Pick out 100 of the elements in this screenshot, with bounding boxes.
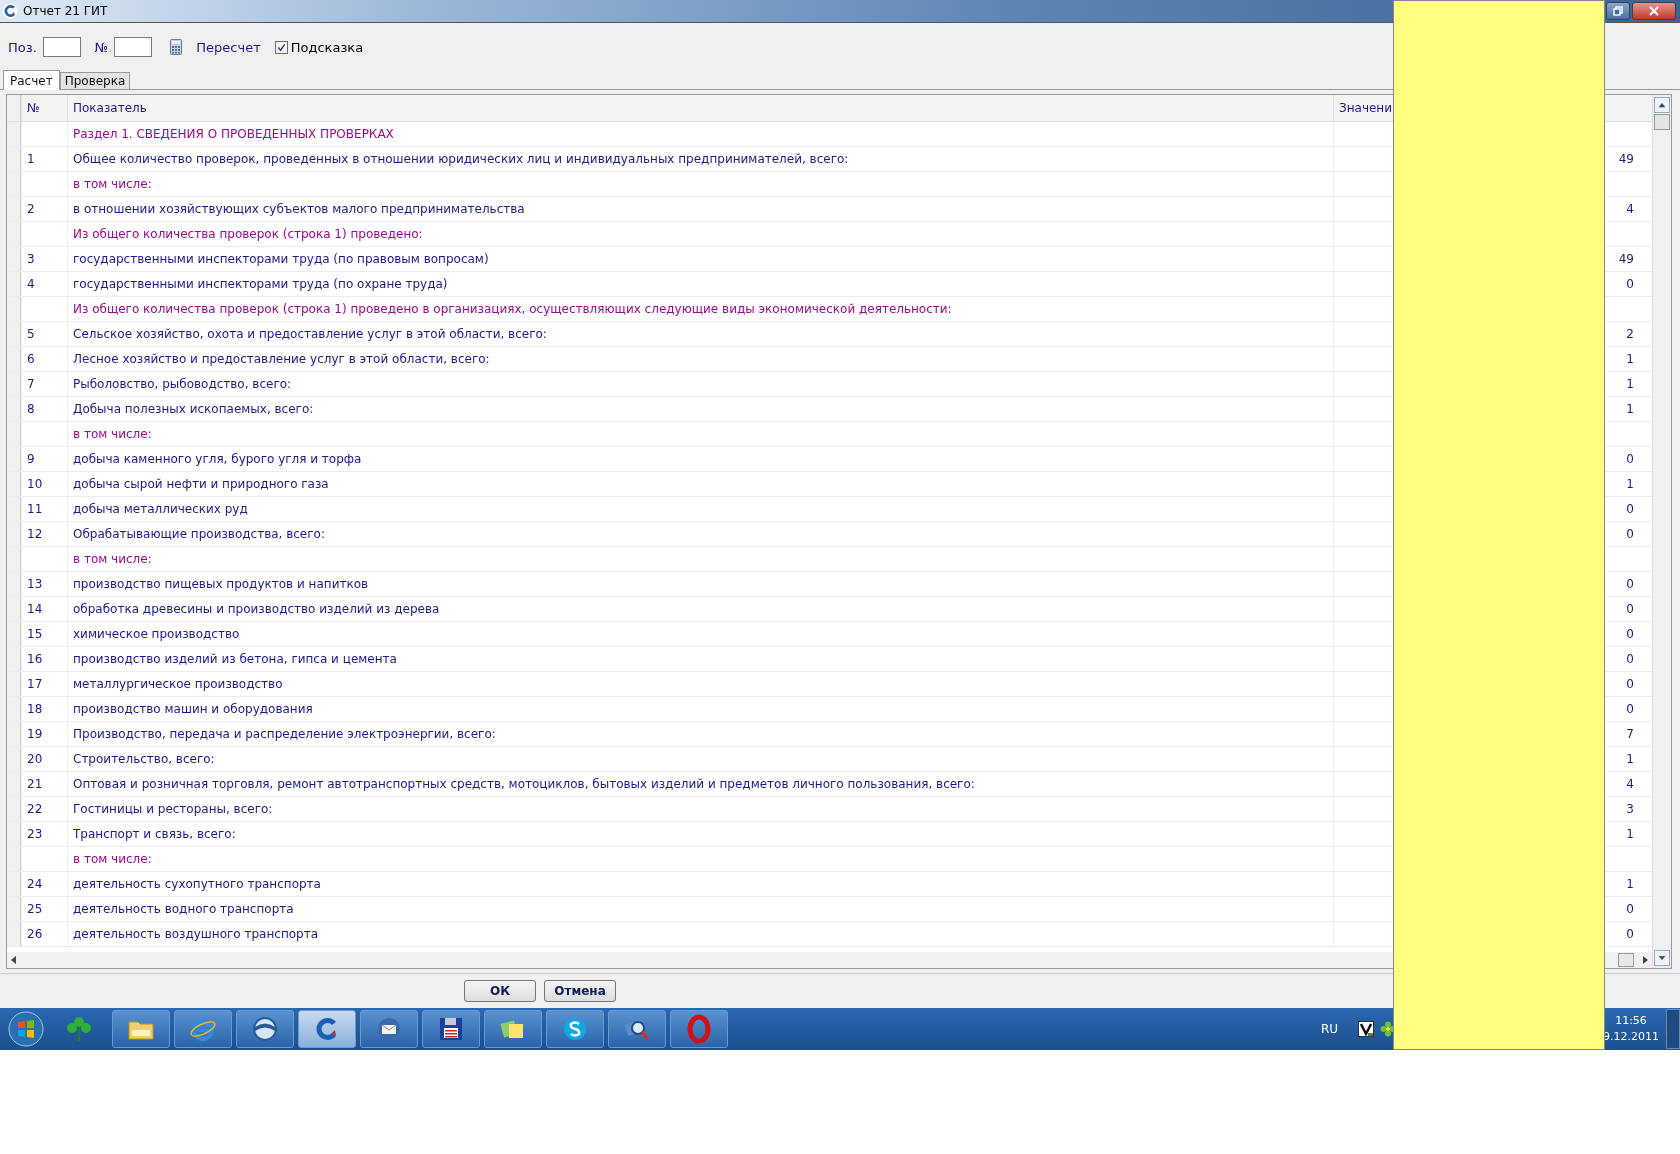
dialog-button[interactable]: Отмена (544, 980, 616, 1002)
row-header[interactable] (7, 297, 21, 321)
row-header[interactable] (7, 422, 21, 446)
row-header[interactable] (7, 197, 21, 221)
magnifier-icon[interactable] (608, 1010, 666, 1048)
restore-icon (1613, 6, 1623, 16)
number-cell: 14 (21, 597, 67, 621)
number-field[interactable] (114, 37, 153, 57)
clock-date[interactable]: 9.12.2011 (1603, 1029, 1659, 1045)
number-cell: 20 (21, 747, 67, 771)
hint-checkbox[interactable] (274, 40, 288, 54)
row-header[interactable] (7, 647, 21, 671)
row-header[interactable] (7, 747, 21, 771)
number-cell: 17 (21, 672, 67, 696)
notes-icon[interactable] (484, 1010, 542, 1048)
scroll-thumb[interactable] (1654, 114, 1670, 130)
row-header[interactable] (7, 522, 21, 546)
row-header[interactable] (7, 922, 21, 946)
number-cell: 8 (21, 397, 67, 421)
number-label: № (94, 39, 109, 55)
clover-icon[interactable] (64, 1014, 94, 1044)
row-header[interactable] (7, 272, 21, 296)
row-header[interactable] (7, 122, 21, 146)
indicator-cell: Производство, передача и распределение электроэнергии, всего: (67, 722, 1333, 746)
swirl-icon[interactable] (298, 1010, 356, 1048)
indicator-cell: в том числе: (67, 547, 1333, 571)
indicator-cell: производство пищевых продуктов и напитков (67, 572, 1333, 596)
close-icon (1648, 6, 1660, 16)
row-header[interactable] (7, 472, 21, 496)
indicator-cell: деятельность водного транспорта (67, 897, 1333, 921)
number-cell: 19 (21, 722, 67, 746)
row-header[interactable] (7, 372, 21, 396)
number-cell: 13 (21, 572, 67, 596)
scroll-left-icon[interactable] (11, 956, 17, 964)
row-header[interactable] (7, 447, 21, 471)
indicator-cell: в отношении хозяйствующих субъектов малого предпринимательства (67, 197, 1333, 221)
indicator-cell: производство изделий из бетона, гипса и цемента (67, 647, 1333, 671)
restore-button[interactable] (1606, 2, 1630, 20)
row-header[interactable] (7, 722, 21, 746)
row-header[interactable] (7, 622, 21, 646)
number-cell: 4 (21, 272, 67, 296)
indicator-cell: обработка древесины и производство изделий из дерева (67, 597, 1333, 621)
show-desktop-button[interactable] (1666, 1009, 1680, 1049)
column-header[interactable]: № (21, 95, 67, 121)
browser-icon[interactable] (174, 1010, 232, 1048)
row-header[interactable] (7, 697, 21, 721)
indicator-cell: Транспорт и связь, всего: (67, 822, 1333, 846)
indicator-cell: Гостиницы и рестораны, всего: (67, 797, 1333, 821)
column-header[interactable]: Показатель (67, 95, 1333, 121)
language-indicator[interactable]: RU (1320, 1022, 1338, 1036)
row-header[interactable] (7, 172, 21, 196)
recalculate-link[interactable]: Пересчет (196, 39, 261, 55)
row-header[interactable] (7, 222, 21, 246)
scroll-down-icon[interactable] (1658, 955, 1666, 961)
scroll-right-icon[interactable] (1642, 956, 1648, 964)
row-header[interactable] (7, 497, 21, 521)
scroll-thumb[interactable] (1618, 953, 1634, 967)
dialog-button[interactable]: ОК (464, 980, 536, 1002)
number-cell: 3 (21, 247, 67, 271)
app-logo-icon (2, 3, 18, 19)
row-header[interactable] (7, 797, 21, 821)
row-header[interactable] (7, 772, 21, 796)
number-cell: 22 (21, 797, 67, 821)
tab[interactable]: Проверка (59, 72, 131, 89)
indicator-cell: деятельность воздушного транспорта (67, 922, 1333, 946)
vertical-scrollbar[interactable] (1652, 95, 1671, 968)
row-header[interactable] (7, 147, 21, 171)
indicator-cell: металлургическое производство (67, 672, 1333, 696)
window-title: Отчет 21 ГИТ (23, 4, 108, 18)
globe-icon[interactable] (236, 1010, 294, 1048)
number-cell: 23 (21, 822, 67, 846)
row-header[interactable] (7, 672, 21, 696)
mail-icon[interactable] (360, 1010, 418, 1048)
number-cell: 9 (21, 447, 67, 471)
row-header[interactable] (7, 397, 21, 421)
row-header[interactable] (7, 897, 21, 921)
close-button[interactable] (1632, 2, 1676, 20)
calculator-icon[interactable] (170, 39, 183, 55)
folder-icon[interactable] (112, 1010, 170, 1048)
scroll-up-icon[interactable] (1658, 102, 1666, 108)
indicator-cell: Строительство, всего: (67, 747, 1333, 771)
row-header[interactable] (7, 822, 21, 846)
chat-icon[interactable] (546, 1010, 604, 1048)
row-header[interactable] (7, 247, 21, 271)
row-header[interactable] (7, 872, 21, 896)
row-header[interactable] (7, 347, 21, 371)
tab[interactable]: Расчет (3, 70, 60, 90)
row-header[interactable] (7, 572, 21, 596)
row-header[interactable] (7, 322, 21, 346)
column-header[interactable]: Значени (1339, 101, 1392, 115)
clock-time[interactable]: 11:56 (1615, 1013, 1647, 1029)
number-cell: 18 (21, 697, 67, 721)
indicator-cell: государственными инспекторами труда (по охране труда) (67, 272, 1333, 296)
row-header[interactable] (7, 597, 21, 621)
indicator-cell: Раздел 1. СВЕДЕНИЯ О ПРОВЕДЕННЫХ ПРОВЕРКАХ (67, 122, 1333, 146)
row-header[interactable] (7, 847, 21, 871)
position-field[interactable] (42, 37, 81, 57)
checkered-tray-icon[interactable] (1358, 1021, 1374, 1037)
start-button[interactable] (8, 1011, 44, 1047)
row-header[interactable] (7, 547, 21, 571)
